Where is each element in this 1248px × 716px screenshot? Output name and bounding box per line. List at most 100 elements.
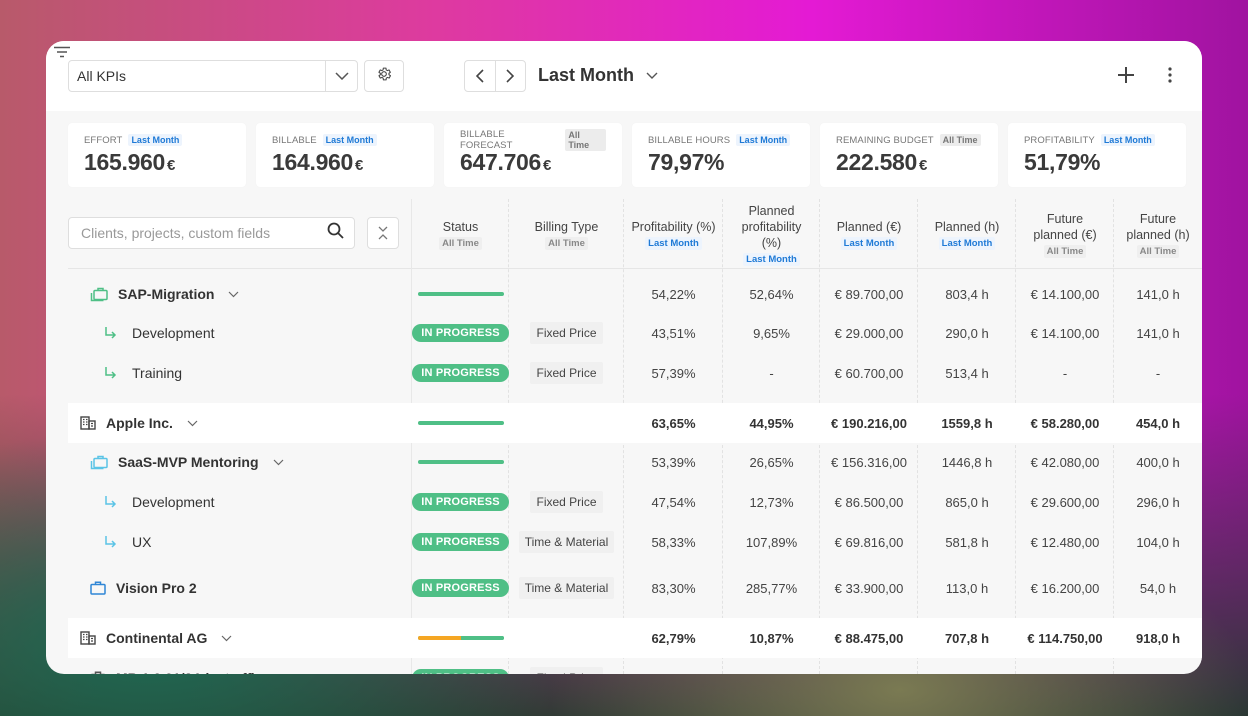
value-cell: € 12.480,00 bbox=[1030, 534, 1100, 550]
period-tag: All Time bbox=[565, 129, 606, 151]
value-cell: 58,33% bbox=[651, 534, 696, 550]
column-header[interactable]: Planned (h) Last Month bbox=[918, 199, 1016, 269]
value-cell: € 69.816,00 bbox=[834, 534, 904, 550]
value-cell: 54,22% bbox=[651, 286, 696, 302]
kpi-value: 79,97% bbox=[648, 149, 794, 176]
kpi-select[interactable]: All KPIs bbox=[68, 60, 358, 92]
project-row[interactable]: MB 1.0 01/24 (cut off) IN PROGRESS Fixed P… bbox=[68, 658, 1202, 674]
next-period-button[interactable] bbox=[496, 61, 526, 91]
status-cell: IN PROGRESS bbox=[412, 482, 509, 522]
column-header[interactable]: Planned (€) Last Month bbox=[820, 199, 918, 269]
progress-segment bbox=[460, 636, 504, 640]
column-period-tag: All Time bbox=[1136, 244, 1180, 258]
value-cell: 107,89% bbox=[745, 534, 798, 550]
status-cell: IN PROGRESS bbox=[412, 568, 509, 608]
kpi-value: 222.580 € bbox=[836, 149, 982, 176]
chevron-down-icon[interactable] bbox=[325, 61, 357, 91]
search-input[interactable] bbox=[81, 225, 327, 241]
value-cell: € 33.900,00 bbox=[834, 580, 904, 596]
billing-type-cell bbox=[509, 274, 624, 314]
value-cell: 454,0 h bbox=[1135, 415, 1181, 431]
period-tag: Last Month bbox=[736, 134, 791, 146]
row-name[interactable]: SaaS-MVP Mentoring bbox=[118, 454, 259, 470]
billing-type-tag: Time & Material bbox=[518, 577, 615, 599]
expand-collapse-all-button[interactable] bbox=[367, 217, 399, 249]
search-box[interactable] bbox=[68, 217, 355, 249]
progress-segment bbox=[417, 636, 461, 640]
value-cell bbox=[624, 658, 723, 674]
kpi-card-header: PROFITABILITY Last Month bbox=[1024, 133, 1170, 147]
value-cell: - bbox=[1062, 365, 1068, 381]
task-row[interactable]: Development IN PROGRESS Fixed Price 47,54% 1… bbox=[68, 482, 1202, 522]
value-cell: 707,8 h bbox=[944, 630, 990, 646]
row-name[interactable]: SAP-Migration bbox=[118, 286, 214, 302]
kpi-value: 164.960 € bbox=[272, 149, 418, 176]
value-cell: 865,0 h bbox=[945, 494, 989, 510]
chevron-down-icon[interactable] bbox=[221, 635, 232, 642]
row-name[interactable]: UX bbox=[132, 534, 151, 550]
kpi-value-unit: € bbox=[167, 157, 176, 174]
project-row[interactable]: SAP-Migration 54,22% 52,64% € 89.700,00 803,… bbox=[68, 274, 1202, 314]
task-row[interactable]: Training IN PROGRESS Fixed Price 57,39% - € 6… bbox=[68, 353, 1202, 393]
kpi-title: PROFITABILITY bbox=[1024, 134, 1095, 146]
client-row[interactable]: Apple Inc. 63,65% 44,95% € 190.216,00 1559,8… bbox=[68, 403, 1202, 443]
row-name[interactable]: Development bbox=[132, 325, 215, 341]
more-vertical-icon bbox=[1168, 67, 1172, 83]
row-name[interactable]: MB 1.0 01/24 (cut off) bbox=[116, 670, 256, 674]
search-icon[interactable] bbox=[327, 222, 344, 244]
kpi-value-number: 647.706 bbox=[460, 149, 542, 175]
status-progress-bar bbox=[417, 421, 504, 425]
value-cell: € 42.080,00 bbox=[1030, 454, 1100, 470]
billing-type-tag: Fixed Price bbox=[530, 362, 603, 384]
column-header[interactable]: Future planned (€) All Time bbox=[1016, 199, 1114, 269]
status-cell bbox=[412, 442, 509, 482]
value-cell: € 29.000,00 bbox=[834, 325, 904, 341]
column-header[interactable]: Billing Type All Time bbox=[509, 199, 624, 269]
row-name[interactable]: Training bbox=[132, 365, 182, 381]
chevron-down-icon[interactable] bbox=[187, 420, 198, 427]
column-label: Future planned (€) bbox=[1033, 211, 1097, 242]
row-name[interactable]: Vision Pro 2 bbox=[116, 580, 197, 596]
billing-type-cell: Fixed Price bbox=[509, 658, 624, 674]
settings-button[interactable] bbox=[364, 60, 404, 92]
row-name[interactable]: Development bbox=[132, 494, 215, 510]
billing-type-cell: Fixed Price bbox=[509, 313, 624, 353]
kpi-cards: EFFORT Last Month 165.960 € BILLABLE Last Mon… bbox=[68, 123, 1186, 187]
project-row[interactable]: SaaS-MVP Mentoring 53,39% 26,65% € 156.316,… bbox=[68, 442, 1202, 482]
value-cell: 9,65% bbox=[753, 325, 790, 341]
kpi-title: BILLABLE bbox=[272, 134, 317, 146]
previous-period-button[interactable] bbox=[465, 61, 496, 91]
row-name[interactable]: Continental AG bbox=[106, 630, 207, 646]
billing-type-tag: Fixed Price bbox=[530, 322, 603, 344]
kpi-value-unit: € bbox=[543, 157, 552, 174]
column-header[interactable]: Future planned (h) All Time bbox=[1114, 199, 1202, 269]
kpi-card-header: REMAINING BUDGET All Time bbox=[836, 133, 982, 147]
status-cell: IN PROGRESS bbox=[412, 353, 509, 393]
task-row[interactable]: Development IN PROGRESS Fixed Price 43,51% 9… bbox=[68, 313, 1202, 353]
period-select[interactable]: Last Month bbox=[538, 65, 658, 86]
client-row[interactable]: Continental AG 62,79% 10,87% € 88.475,00 707… bbox=[68, 618, 1202, 658]
row-name-cell: SAP-Migration bbox=[90, 274, 239, 314]
column-label: Status bbox=[442, 219, 479, 234]
column-header[interactable]: Status All Time bbox=[412, 199, 509, 269]
kpi-value-unit: € bbox=[355, 157, 364, 174]
value-cell: € 60.700,00 bbox=[834, 365, 904, 381]
status-progress-bar bbox=[417, 292, 504, 296]
column-header[interactable]: Planned profitability (%) Last Month bbox=[723, 199, 820, 269]
subtask-arrow-icon bbox=[104, 495, 118, 509]
column-header[interactable]: Profitability (%) Last Month bbox=[624, 199, 723, 269]
row-name-cell: Training bbox=[104, 353, 182, 393]
value-cell: 43,51% bbox=[651, 325, 696, 341]
chevron-down-icon[interactable] bbox=[273, 459, 284, 466]
app-window: All KPIs Last Month EFFORT Last Month 16… bbox=[46, 41, 1202, 674]
value-cell: 63,65% bbox=[651, 415, 696, 431]
more-options-button[interactable] bbox=[1161, 63, 1179, 87]
project-row[interactable]: Vision Pro 2 IN PROGRESS Time & Material 83… bbox=[68, 568, 1202, 608]
task-row[interactable]: UX IN PROGRESS Time & Material 58,33% 107,89… bbox=[68, 522, 1202, 562]
value-cell: 104,0 h bbox=[1136, 534, 1180, 550]
value-cell: 296,0 h bbox=[1136, 494, 1180, 510]
add-button[interactable] bbox=[1114, 63, 1138, 87]
row-name[interactable]: Apple Inc. bbox=[106, 415, 173, 431]
billing-type-cell: Time & Material bbox=[509, 568, 624, 608]
chevron-down-icon[interactable] bbox=[228, 291, 239, 298]
